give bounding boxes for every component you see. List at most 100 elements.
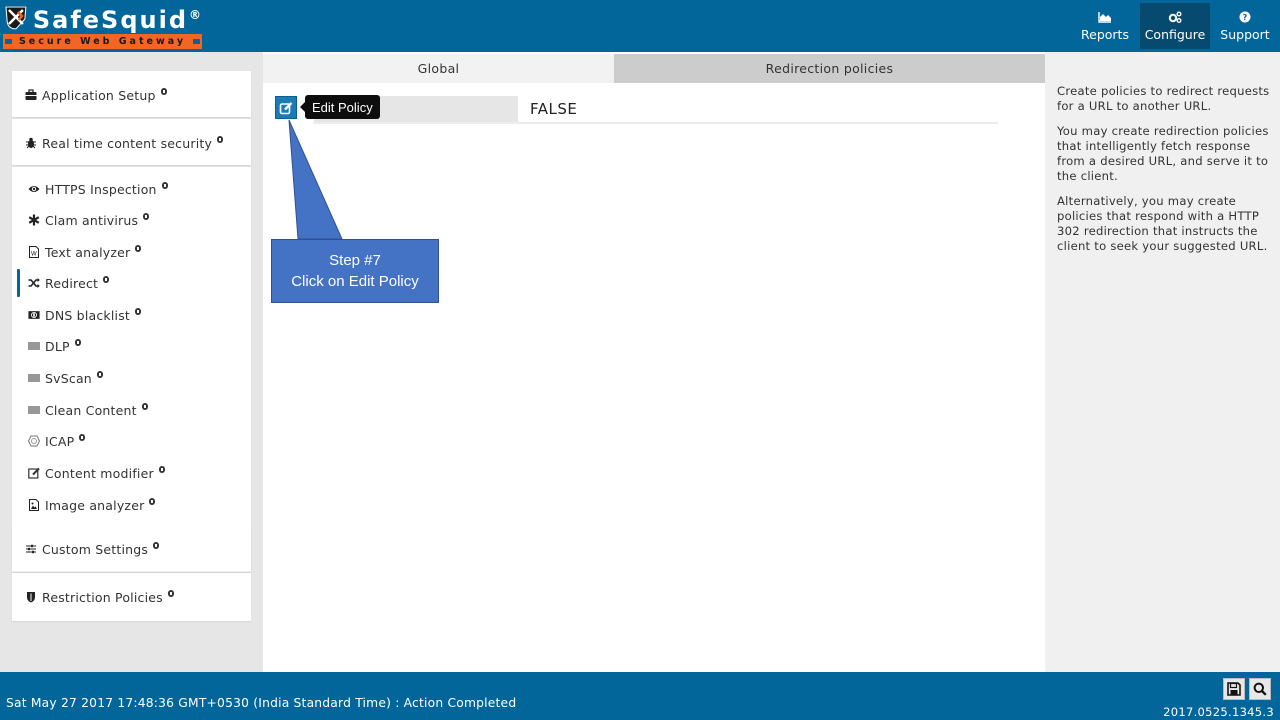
sidebar-card-real-time-content-security: Real time content security	[12, 119, 251, 165]
bug-icon	[24, 137, 37, 150]
svg-text:W: W	[30, 251, 36, 258]
sidebar-card-application-setup: Application Setup	[12, 71, 251, 117]
logo-tagline: Secure Web Gateway	[18, 36, 187, 47]
sidebar-item-label: Custom Settings	[42, 541, 149, 557]
status-message: Sat May 27 2017 17:48:36 GMT+0530 (India…	[6, 696, 517, 710]
info-icon[interactable]	[141, 402, 148, 410]
logo-shield-icon	[5, 6, 27, 30]
callout-instruction: Click on Edit Policy	[291, 273, 419, 290]
edit-policy-button[interactable]	[275, 96, 297, 119]
info-icon[interactable]	[153, 541, 160, 549]
barcode-icon	[27, 404, 40, 417]
logo-text: SafeSquid®	[33, 1, 203, 34]
info-icon[interactable]	[160, 87, 167, 95]
sidebar-item-label: Clam antivirus	[45, 212, 139, 228]
sidebar-item-label: DLP	[45, 338, 70, 354]
sidebar-card-custom-settings: Custom Settings	[12, 526, 251, 571]
sidebar-item-text-analyzer[interactable]: W Text analyzer	[12, 238, 251, 266]
nav-support[interactable]: ? Support	[1210, 3, 1280, 49]
tab-global-label: Global	[417, 61, 460, 76]
sidebar-item-dns-blacklist[interactable]: DNS blacklist	[12, 301, 251, 329]
info-icon[interactable]	[135, 244, 142, 252]
help-paragraph: Alternatively, you may create policies t…	[1057, 194, 1268, 253]
edit-policy-tooltip: Edit Policy	[300, 95, 380, 119]
top-header: SafeSquid® Secure Web Gateway Reports Co…	[0, 0, 1280, 52]
tab-global[interactable]: Global	[263, 54, 614, 83]
save-button[interactable]	[1223, 678, 1245, 700]
sidebar-item-image-analyzer[interactable]: Image analyzer	[12, 491, 251, 519]
sidebar-item-label: Text analyzer	[45, 244, 131, 260]
callout-step-number: Step #7	[329, 252, 381, 269]
info-icon[interactable]	[217, 135, 224, 143]
info-icon[interactable]	[143, 212, 150, 220]
question-circle-icon: ?	[1239, 11, 1251, 22]
help-paragraph: Create policies to redirect requests for…	[1057, 84, 1270, 113]
logo-wordmark: SafeSquid	[32, 5, 188, 34]
sidebar-item-label: Image analyzer	[45, 497, 145, 513]
nav-configure[interactable]: Configure	[1140, 3, 1210, 49]
sidebar-item-https-inspection[interactable]: HTTPS Inspection	[12, 175, 251, 203]
sidebar-item-icap[interactable]: ICAP	[12, 427, 251, 455]
svg-text:?: ?	[1243, 13, 1248, 22]
logo-tagline-bar: Secure Web Gateway	[3, 34, 202, 49]
sidebar-item-label: Restriction Policies	[42, 589, 163, 605]
sidebar-item-redirect[interactable]: Redirect	[12, 269, 251, 297]
info-icon[interactable]	[79, 433, 86, 441]
registered-mark: ®	[189, 7, 203, 22]
sidebar-item-real-time-content-security[interactable]: Real time content security	[12, 129, 251, 157]
logo-bar-decoration	[193, 39, 200, 44]
info-icon[interactable]	[74, 338, 81, 346]
info-icon[interactable]	[96, 370, 103, 378]
sidebar-item-application-setup[interactable]: Application Setup	[12, 81, 251, 109]
info-icon[interactable]	[149, 497, 156, 505]
policy-enabled-value: FALSE	[530, 100, 578, 118]
top-nav: Reports Configure ? Support	[1070, 3, 1280, 49]
search-button[interactable]	[1249, 678, 1271, 700]
sidebar-item-label: Clean Content	[45, 402, 137, 418]
random-icon	[27, 277, 40, 290]
sidebar-item-clam-antivirus[interactable]: Clam antivirus	[12, 206, 251, 234]
status-bar: Sat May 27 2017 17:48:36 GMT+0530 (India…	[0, 672, 1280, 720]
info-icon[interactable]	[135, 307, 142, 315]
sidebar-item-custom-settings[interactable]: Custom Settings	[12, 535, 251, 563]
info-icon[interactable]	[161, 181, 168, 189]
nav-reports[interactable]: Reports	[1070, 3, 1140, 49]
info-icon[interactable]	[158, 465, 165, 473]
nav-configure-label: Configure	[1144, 26, 1206, 42]
sidebar-item-dlp[interactable]: DLP	[12, 332, 251, 360]
tab-redirection-policies[interactable]: Redirection policies	[614, 54, 1045, 83]
info-icon[interactable]	[167, 589, 174, 597]
sidebar-item-label: DNS blacklist	[45, 307, 131, 323]
tab-bar: Global Redirection policies	[263, 54, 1045, 83]
briefcase-icon	[24, 89, 37, 102]
sidebar-card-restriction-policies: Restriction Policies	[12, 573, 251, 621]
tab-redirection-policies-label: Redirection policies	[765, 61, 894, 76]
edit-icon	[27, 467, 40, 480]
tooltip-text: Edit Policy	[312, 99, 373, 115]
active-item-indicator	[17, 269, 20, 297]
nav-reports-label: Reports	[1081, 26, 1129, 42]
edit-icon	[279, 101, 293, 114]
eye-icon	[27, 183, 40, 196]
sidebar-item-content-modifier[interactable]: Content modifier	[12, 459, 251, 487]
step-callout: Step #7 Click on Edit Policy	[271, 239, 439, 303]
word-file-icon: W	[27, 246, 40, 259]
sliders-icon	[24, 543, 37, 556]
info-icon[interactable]	[103, 275, 110, 283]
barcode-icon	[27, 372, 40, 385]
sidebar-item-restriction-policies[interactable]: Restriction Policies	[12, 583, 251, 611]
sidebar-item-label: Content modifier	[45, 465, 154, 481]
hexagon-icon	[27, 435, 40, 448]
search-icon	[1253, 682, 1267, 696]
safesquid-logo[interactable]: SafeSquid® Secure Web Gateway	[3, 3, 203, 49]
sidebar: Application Setup Real time content secu…	[0, 52, 263, 672]
sidebar-item-svscan[interactable]: SvScan	[12, 364, 251, 392]
version-label: 2017.0525.1345.3	[1163, 705, 1274, 719]
image-file-icon	[27, 499, 40, 512]
barcode-icon	[27, 340, 40, 353]
sidebar-item-label: Application Setup	[42, 87, 156, 103]
sidebar-item-clean-content[interactable]: Clean Content	[12, 396, 251, 424]
area-chart-icon	[1098, 11, 1111, 23]
sidebar-item-label: Real time content security	[42, 135, 213, 151]
sidebar-item-label: ICAP	[45, 433, 75, 449]
